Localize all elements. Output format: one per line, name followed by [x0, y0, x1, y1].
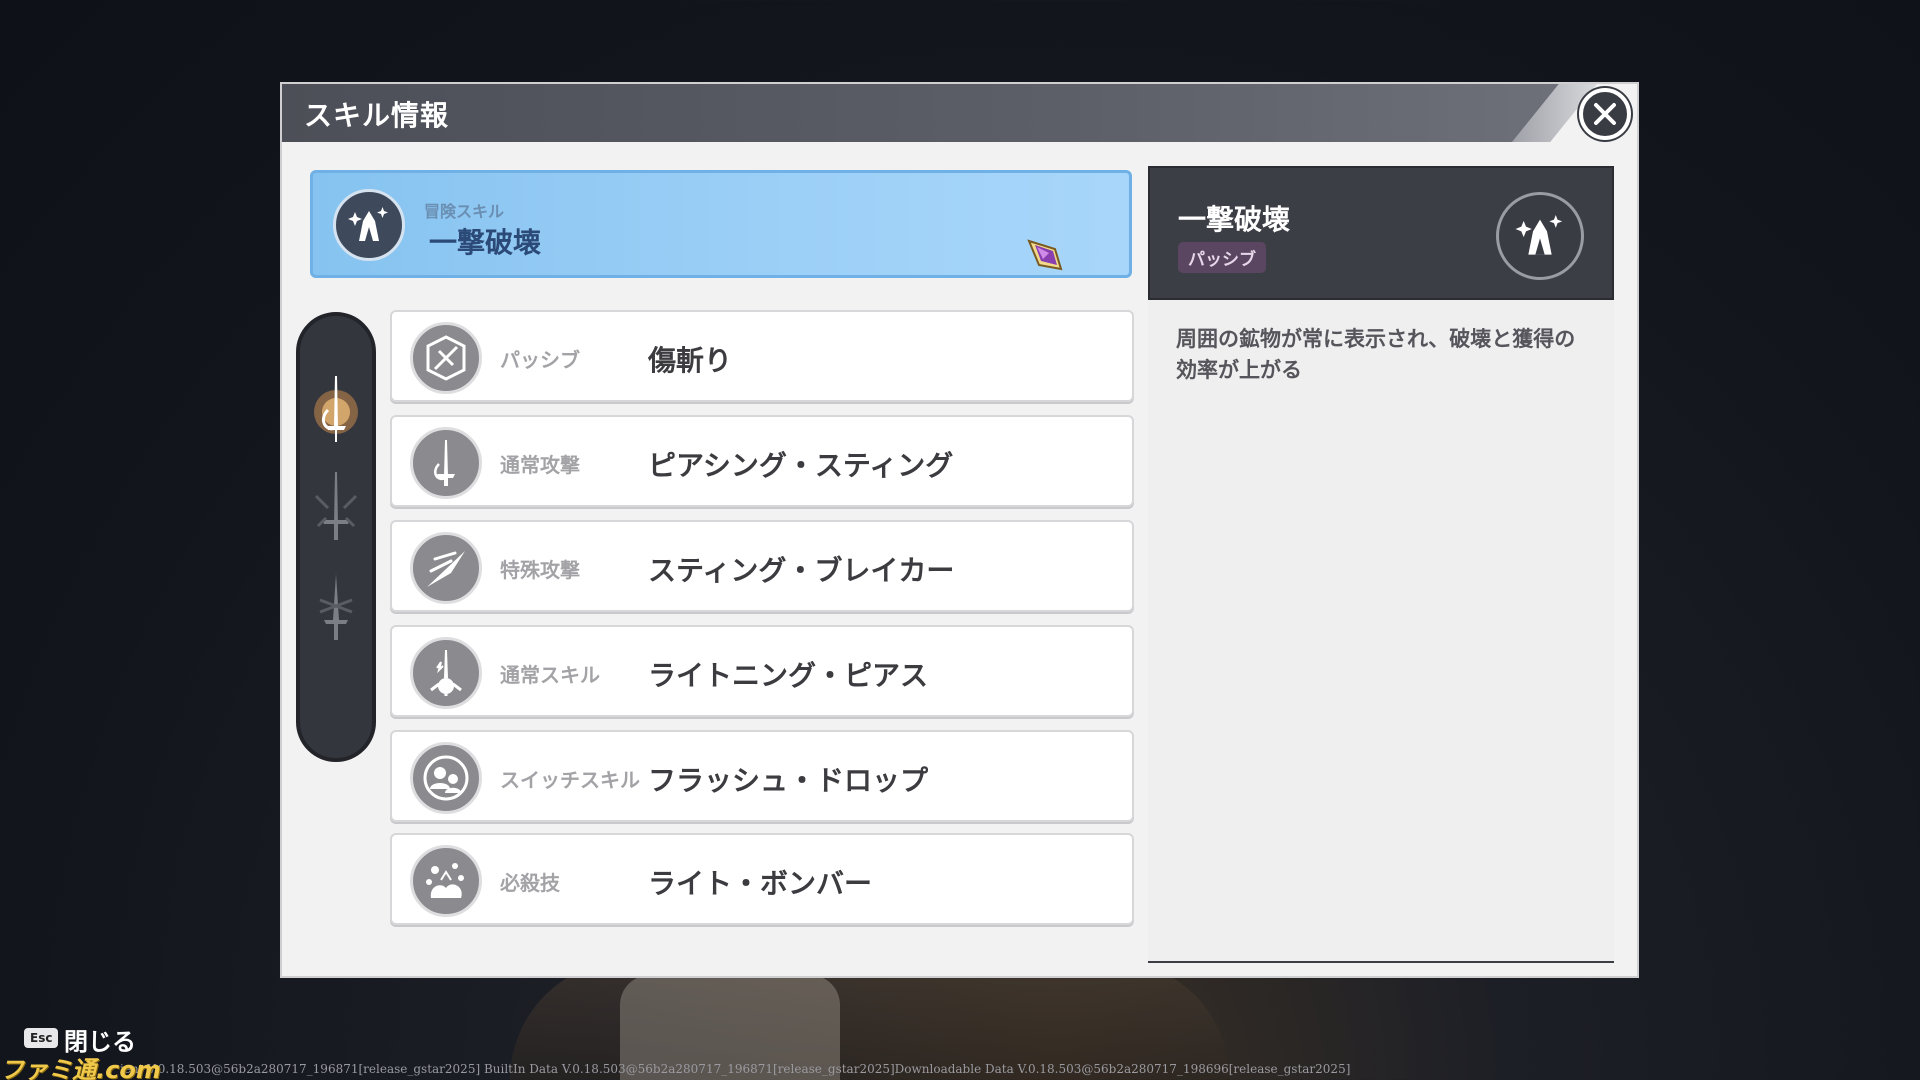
cursor-icon [1027, 239, 1063, 271]
skill-row-switch-skill[interactable]: スイッチスキル フラッシュ・ドロップ [390, 730, 1134, 822]
selected-skill-banner[interactable]: 冒険スキル 一撃破壊 [310, 170, 1132, 278]
thrust-icon [410, 532, 482, 604]
skill-detail-panel: 一撃破壊 パッシブ 周囲の鉱物が常に表示され、破壊と獲得の効率が上がる [1148, 166, 1614, 963]
rapier-icon [410, 427, 482, 499]
tab-skill-set-3[interactable] [308, 570, 364, 654]
skill-type-badge: パッシブ [1178, 242, 1266, 273]
selected-skill-name: 一撃破壊 [429, 226, 542, 259]
swap-people-icon [410, 742, 482, 814]
skill-row-ultimate[interactable]: 必殺技 ライト・ボンバー [390, 833, 1134, 925]
skill-description: 周囲の鉱物が常に表示され、破壊と獲得の効率が上がる [1176, 327, 1576, 382]
skill-row-special-attack[interactable]: 特殊攻撃 スティング・ブレイカー [390, 520, 1134, 612]
skill-name-label: ピアシング・スティング [648, 449, 954, 482]
skill-row-passive[interactable]: パッシブ 傷斬り [390, 310, 1134, 402]
skill-set-tabs [296, 312, 376, 762]
sword-emblem-icon [314, 376, 358, 442]
detail-title: 一撃破壊 [1178, 203, 1291, 236]
skill-type-label: パッシブ [500, 348, 580, 372]
skill-name-label: フラッシュ・ドロップ [648, 764, 929, 797]
dialog-title: スキル情報 [304, 99, 450, 132]
skill-row-normal-attack[interactable]: 通常攻撃 ピアシング・スティング [390, 415, 1134, 507]
detail-header: 一撃破壊 パッシブ [1148, 166, 1614, 300]
skill-info-dialog: スキル情報 冒険スキル 一撃破壊 パッシブ 傷斬り 通常攻撃 ピアシング・スティ… [280, 82, 1639, 978]
skill-name-label: 傷斬り [648, 344, 733, 377]
dagger-icon [319, 574, 353, 640]
skill-type-label: 通常スキル [500, 663, 600, 687]
esc-key-hint[interactable]: Esc [24, 1028, 59, 1048]
explosion-icon [410, 845, 482, 917]
skill-name-label: ライト・ボンバー [648, 867, 873, 900]
version-info: ient V.0.18.503@56b2a280717_196871[relea… [120, 1062, 1351, 1076]
skill-type-label: 通常攻撃 [500, 453, 580, 477]
crystal-icon [333, 189, 405, 261]
watermark-logo: ファミ通.com [0, 1056, 161, 1080]
skill-type-label: 特殊攻撃 [500, 558, 580, 582]
lightning-rapier-icon [410, 637, 482, 709]
sword-icon [314, 472, 358, 540]
tab-skill-set-1[interactable] [308, 370, 364, 454]
skill-type-label: スイッチスキル [500, 768, 640, 792]
skill-type-label: 必殺技 [500, 871, 560, 895]
shield-slash-icon [410, 322, 482, 394]
skill-row-normal-skill[interactable]: 通常スキル ライトニング・ピアス [390, 625, 1134, 717]
selected-skill-category: 冒険スキル [424, 202, 505, 221]
skill-name-label: ライトニング・ピアス [648, 659, 929, 692]
dialog-header: スキル情報 [282, 84, 1582, 142]
skill-name-label: スティング・ブレイカー [648, 554, 955, 587]
crystal-icon [1496, 192, 1584, 280]
tab-skill-set-2[interactable] [308, 466, 364, 550]
close-icon [1594, 103, 1616, 125]
close-button[interactable] [1579, 88, 1631, 140]
